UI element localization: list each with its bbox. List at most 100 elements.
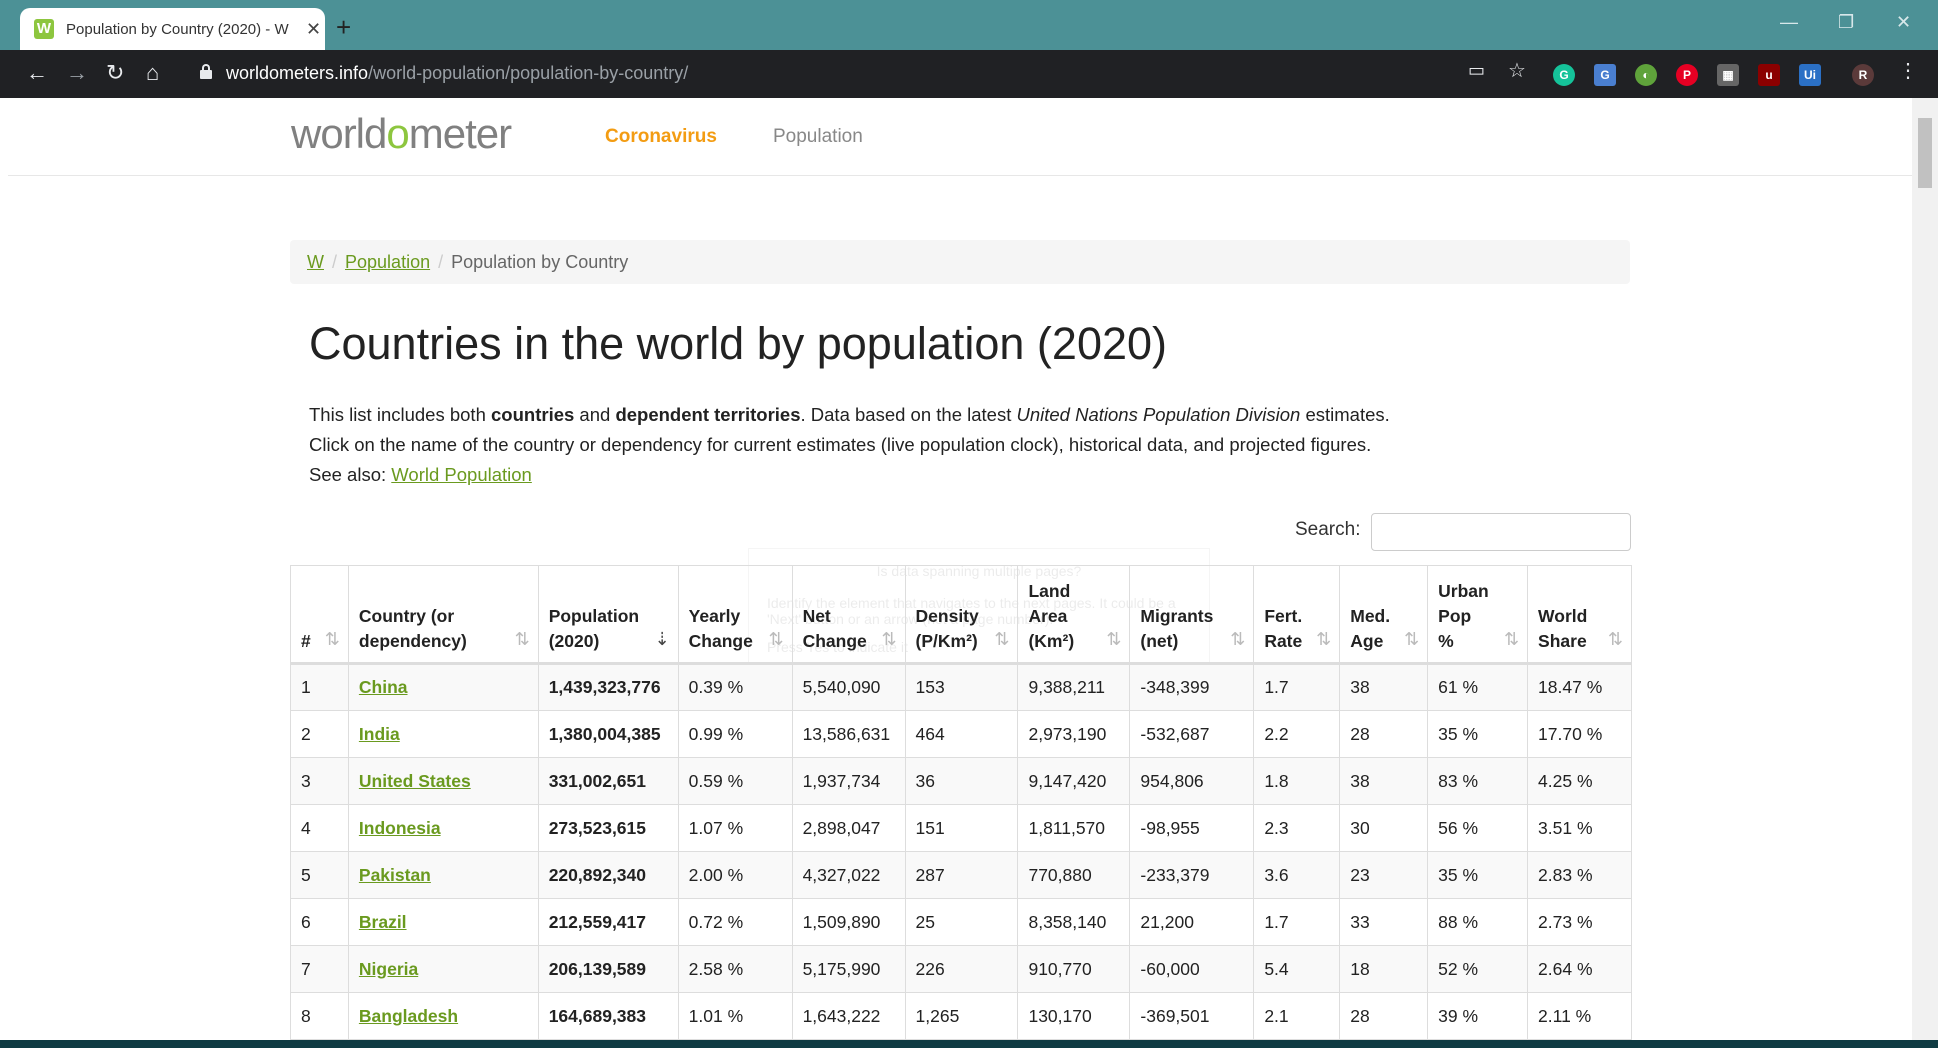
home-icon[interactable]: ⌂ xyxy=(146,60,159,86)
web-page: worldometer Coronavirus Population W / Pop… xyxy=(8,98,1912,1042)
col-fert-rate[interactable]: Fert. Rate ⇅ xyxy=(1253,565,1341,665)
sort-icon: ⇅ xyxy=(1316,629,1332,649)
col-med-age[interactable]: Med. Age ⇅ xyxy=(1339,565,1429,665)
intro-text: This list includes both countries and de… xyxy=(309,400,1609,490)
country-link[interactable]: United States xyxy=(359,771,471,791)
search-input[interactable] xyxy=(1371,513,1631,551)
table-cell: 8,358,140 xyxy=(1017,898,1131,946)
table-cell: 1.7 xyxy=(1253,898,1341,946)
intro-line-1: This list includes both countries and de… xyxy=(309,404,1390,425)
table-row: 8 Bangladesh 164,689,383 1.01 % 1,643,222 1,2… xyxy=(290,992,1632,1040)
window-close-icon[interactable]: ✕ xyxy=(1896,12,1911,33)
table-row: 7 Nigeria 206,139,589 2.58 % 5,175,990 226 910… xyxy=(290,945,1632,993)
profile-avatar[interactable]: R xyxy=(1852,64,1874,86)
table-cell: 4.25 % xyxy=(1527,757,1632,805)
forward-arrow-icon[interactable]: → xyxy=(66,60,88,86)
tab-strip: W Population by Country (2020) - W ✕ + —… xyxy=(0,0,1938,50)
table-cell: 3.6 xyxy=(1253,851,1341,899)
browser-tab[interactable]: W Population by Country (2020) - W ✕ xyxy=(20,8,325,50)
pinterest-icon[interactable]: P xyxy=(1676,64,1698,86)
table-cell: 38 xyxy=(1339,663,1429,711)
table-cell: 7 xyxy=(290,945,349,993)
col-country[interactable]: Country (or dependency) ⇅ xyxy=(347,565,539,665)
table-cell: 3 xyxy=(290,757,349,805)
table-cell: 39 % xyxy=(1427,992,1529,1040)
breadcrumb-home-link[interactable]: W xyxy=(307,252,324,272)
table-cell: 1,439,323,776 xyxy=(537,663,679,711)
col-urban-pop[interactable]: Urban Pop % ⇅ xyxy=(1427,565,1529,665)
table-cell: -60,000 xyxy=(1129,945,1255,993)
menu-kebab-icon[interactable]: ⋮ xyxy=(1898,58,1918,83)
col-yearly-change[interactable]: Yearly Change ⇅ xyxy=(677,565,793,665)
table-cell: -348,399 xyxy=(1129,663,1255,711)
table-cell: 910,770 xyxy=(1017,945,1131,993)
country-link[interactable]: China xyxy=(359,677,408,697)
nav-population[interactable]: Population xyxy=(773,126,863,148)
table-cell: 1.01 % xyxy=(677,992,793,1040)
back-arrow-icon[interactable]: ← xyxy=(26,60,48,86)
table-cell: 2.73 % xyxy=(1527,898,1632,946)
new-tab-icon[interactable]: + xyxy=(336,12,351,43)
ublock-icon[interactable]: u xyxy=(1758,64,1780,86)
col-land-area[interactable]: Land Area (Km²) ⇅ xyxy=(1017,565,1131,665)
col-net-change[interactable]: Net Change ⇅ xyxy=(791,565,906,665)
worldometer-logo[interactable]: worldometer xyxy=(291,110,512,158)
country-link[interactable]: Bangladesh xyxy=(359,1006,458,1026)
extension-grid-icon[interactable]: ▦ xyxy=(1717,64,1739,86)
country-link[interactable]: India xyxy=(359,724,400,744)
table-cell: 151 xyxy=(904,804,1019,852)
reload-icon[interactable]: ↻ xyxy=(106,60,124,86)
scrollbar[interactable] xyxy=(1912,98,1938,1042)
table-header-row: # ⇅ Country (or dependency) ⇅ Population (… xyxy=(290,565,1632,665)
table-cell: 0.72 % xyxy=(677,898,793,946)
table-cell: 0.99 % xyxy=(677,710,793,758)
col-migrants[interactable]: Migrants (net) ⇅ xyxy=(1129,565,1255,665)
sort-icon: ⇅ xyxy=(1607,629,1623,649)
col-rank[interactable]: # ⇅ xyxy=(290,565,349,665)
table-cell: 30 xyxy=(1339,804,1429,852)
table-cell: 28 xyxy=(1339,992,1429,1040)
col-density[interactable]: Density (P/Km²) ⇅ xyxy=(904,565,1019,665)
table-cell: Indonesia xyxy=(347,804,539,852)
table-cell: 35 % xyxy=(1427,710,1529,758)
nav-coronavirus[interactable]: Coronavirus xyxy=(605,126,717,148)
table-cell: 2.3 xyxy=(1253,804,1341,852)
country-link[interactable]: Pakistan xyxy=(359,865,431,885)
address-bar[interactable]: worldometers.info/world-population/popul… xyxy=(226,63,688,84)
breadcrumb-population-link[interactable]: Population xyxy=(345,252,430,272)
logo-text-o: o xyxy=(386,110,409,157)
table-cell: 5 xyxy=(290,851,349,899)
table-cell: 2 xyxy=(290,710,349,758)
sort-icon: ⇅ xyxy=(514,629,530,649)
tab-close-icon[interactable]: ✕ xyxy=(306,19,321,40)
country-link[interactable]: Indonesia xyxy=(359,818,441,838)
col-population[interactable]: Population (2020) ⇣ xyxy=(537,565,679,665)
minimize-icon[interactable]: — xyxy=(1780,12,1798,33)
table-cell: 1.7 xyxy=(1253,663,1341,711)
country-link[interactable]: Nigeria xyxy=(359,959,418,979)
table-cell: 2.1 xyxy=(1253,992,1341,1040)
lock-icon[interactable] xyxy=(200,64,212,79)
uipath-icon[interactable]: Ui xyxy=(1799,64,1821,86)
table-row: 4 Indonesia 273,523,615 1.07 % 2,898,047 151 1… xyxy=(290,804,1632,852)
translate-icon[interactable]: G xyxy=(1594,64,1616,86)
grammarly-icon[interactable]: G xyxy=(1553,64,1575,86)
table-cell: 2.83 % xyxy=(1527,851,1632,899)
scrollbar-thumb[interactable] xyxy=(1918,118,1932,188)
table-cell: 83 % xyxy=(1427,757,1529,805)
col-world-share[interactable]: World Share ⇅ xyxy=(1527,565,1632,665)
extension-leaf-icon[interactable]: ◐ xyxy=(1635,64,1657,86)
table-cell: Bangladesh xyxy=(347,992,539,1040)
restore-icon[interactable]: ❐ xyxy=(1838,12,1854,33)
table-cell: 21,200 xyxy=(1129,898,1255,946)
country-link[interactable]: Brazil xyxy=(359,912,407,932)
bookmark-star-icon[interactable]: ☆ xyxy=(1508,58,1526,83)
table-row: 1 China 1,439,323,776 0.39 % 5,540,090 153 9,3… xyxy=(290,663,1632,711)
cast-icon[interactable]: ▭ xyxy=(1468,60,1485,81)
table-cell: 153 xyxy=(904,663,1019,711)
world-population-link[interactable]: World Population xyxy=(391,464,532,485)
table-cell: Nigeria xyxy=(347,945,539,993)
sort-icon: ⇅ xyxy=(1503,629,1520,649)
table-cell: 464 xyxy=(904,710,1019,758)
sort-icon: ⇅ xyxy=(324,629,340,649)
